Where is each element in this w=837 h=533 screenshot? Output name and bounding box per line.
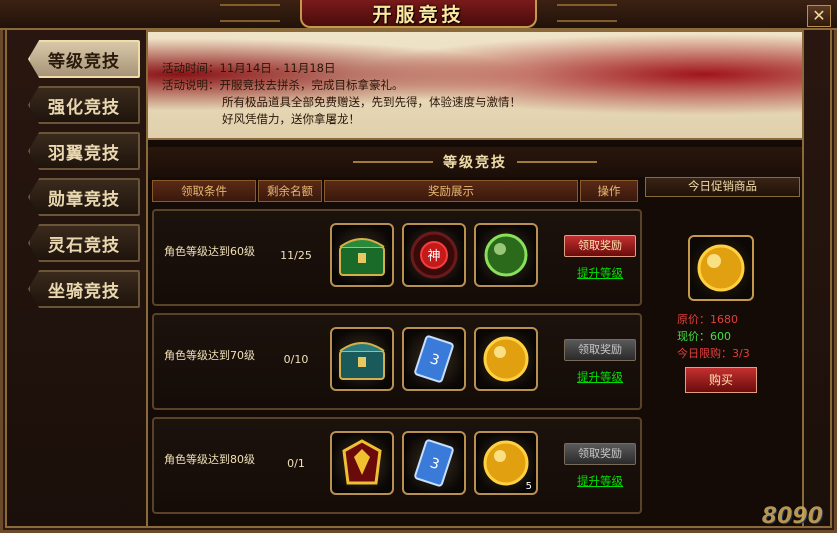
title-ornament-right: [557, 4, 617, 22]
level-up-link[interactable]: 提升等级: [564, 369, 636, 385]
site-logo: 8090: [761, 504, 823, 529]
gold-orb-icon[interactable]: 5: [474, 431, 538, 495]
claim-reward-button[interactable]: 领取奖励: [564, 339, 636, 361]
sidebar-item-mount[interactable]: 坐骑竞技: [28, 270, 140, 308]
time-label: 活动时间：: [162, 61, 220, 75]
column-action: 操作: [580, 180, 638, 202]
column-condition: 领取条件: [152, 180, 256, 202]
triple-exp-card-icon[interactable]: 3: [402, 327, 466, 391]
level-up-link[interactable]: 提升等级: [564, 265, 636, 281]
time-value: 11月14日 - 11月18日: [219, 61, 336, 75]
current-price: 现价：600: [677, 330, 731, 343]
column-rewards: 奖励展示: [324, 180, 578, 202]
buy-button[interactable]: 购买: [685, 367, 757, 393]
gold-orb-icon[interactable]: [688, 235, 754, 301]
sidebar-item-enhance[interactable]: 强化竞技: [28, 86, 140, 124]
sidebar-item-wings[interactable]: 羽翼竞技: [28, 132, 140, 170]
title-ornament-left: [220, 4, 280, 22]
column-remaining: 剩余名额: [258, 180, 322, 202]
title-bar: 开服竞技 ✕: [0, 0, 837, 30]
row-remaining: 0/1: [287, 457, 305, 470]
purchase-limit: 今日限购：3/3: [677, 347, 750, 360]
gold-orb-icon[interactable]: [474, 327, 538, 391]
daily-promo-panel: 今日促销商品 原价：1680 现价：600 今日限购：3/3 购买: [645, 177, 800, 397]
close-button[interactable]: ✕: [807, 5, 831, 27]
reward-row: 角色等级达到60级 11/25 神 领取奖励 提升等级: [152, 209, 642, 306]
desc-line-1: 开服竞技去拼杀，完成目标拿豪礼。: [219, 78, 404, 92]
green-orb-icon[interactable]: [474, 223, 538, 287]
sidebar: 等级竞技 强化竞技 羽翼竞技 勋章竞技 灵石竞技 坐骑竞技: [28, 40, 148, 316]
original-price: 原价：1680: [677, 313, 738, 326]
item-count: 5: [525, 481, 532, 492]
row-condition: 角色等级达到80级: [164, 453, 255, 466]
triple-exp-card-icon[interactable]: 3: [402, 431, 466, 495]
section-title: 等级竞技: [148, 147, 802, 177]
claim-reward-button[interactable]: 领取奖励: [564, 443, 636, 465]
desc-line-3: 好风凭借力，送你拿屠龙！: [222, 112, 360, 126]
row-condition: 角色等级达到60级: [164, 245, 255, 258]
sidebar-item-level[interactable]: 等级竞技: [28, 40, 140, 78]
sidebar-item-spirit-stone[interactable]: 灵石竞技: [28, 224, 140, 262]
desc-label: 活动说明：: [162, 78, 220, 92]
red-god-seal-icon[interactable]: 神: [402, 223, 466, 287]
level-up-link[interactable]: 提升等级: [564, 473, 636, 489]
svg-text:神: 神: [427, 249, 440, 264]
row-remaining: 11/25: [280, 249, 312, 262]
claim-reward-button[interactable]: 领取奖励: [564, 235, 636, 257]
promo-title: 今日促销商品: [645, 177, 800, 197]
desc-line-2: 所有极品道具全部免费赠送，先到先得，体验速度与激情！: [222, 95, 521, 109]
sidebar-item-medal[interactable]: 勋章竞技: [28, 178, 140, 216]
reward-row: 角色等级达到70级 0/10 3 领取奖励 提升等级: [152, 313, 642, 410]
reward-row: 角色等级达到80级 0/1 3 5 领取奖励 提升等级: [152, 417, 642, 514]
event-banner: 活动时间：11月14日 - 11月18日 活动说明：开服竞技去拼杀，完成目标拿豪…: [148, 32, 802, 140]
row-condition: 角色等级达到70级: [164, 349, 255, 362]
teal-chest-icon[interactable]: [330, 327, 394, 391]
golden-armor-icon[interactable]: [330, 431, 394, 495]
window-title: 开服竞技: [300, 0, 537, 28]
green-chest-icon[interactable]: [330, 223, 394, 287]
row-remaining: 0/10: [283, 353, 309, 366]
event-info: 活动时间：11月14日 - 11月18日 活动说明：开服竞技去拼杀，完成目标拿豪…: [162, 60, 521, 128]
